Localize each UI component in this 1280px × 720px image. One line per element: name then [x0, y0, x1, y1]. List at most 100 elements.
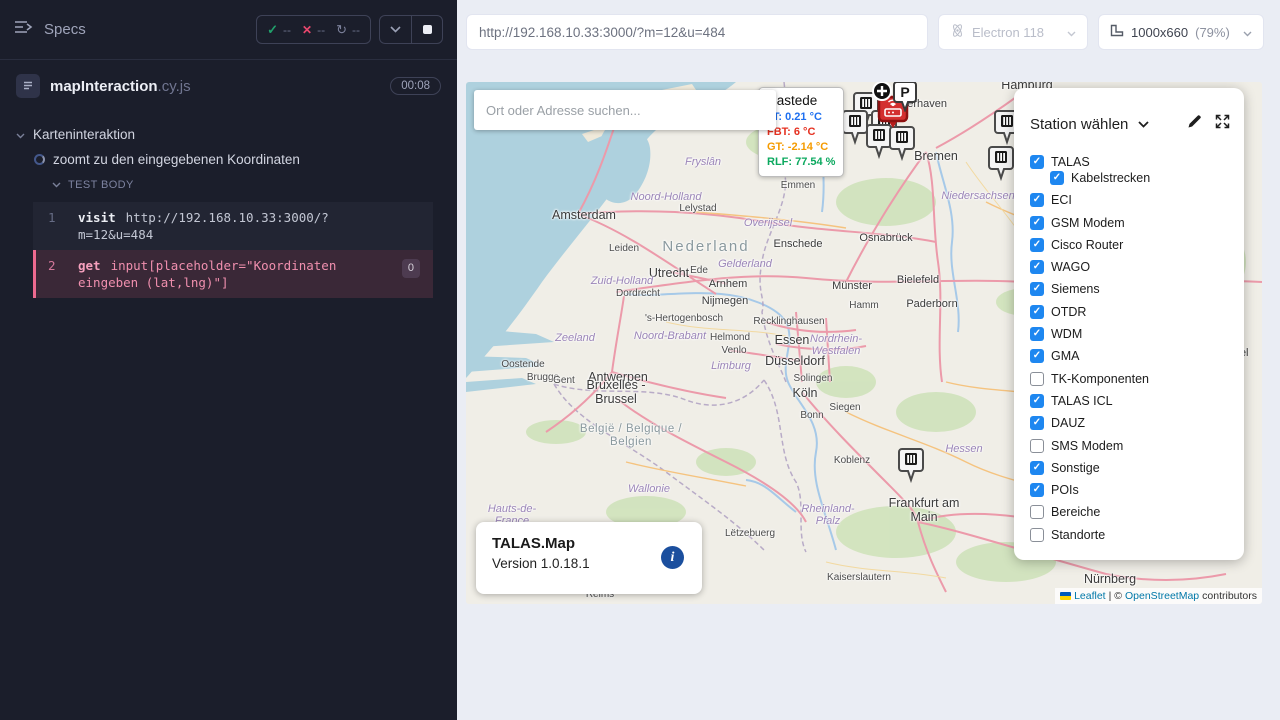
layer-item-standorte[interactable]: Standorte: [1030, 527, 1244, 543]
layer-item-otdr[interactable]: ✓ OTDR: [1030, 304, 1244, 320]
viewport-select[interactable]: 1000x660 (79%): [1098, 14, 1264, 50]
collapse-chevron-button[interactable]: [380, 16, 411, 43]
checkbox-checked[interactable]: ✓: [1030, 349, 1044, 363]
layer-label: OTDR: [1051, 305, 1086, 319]
layer-item-talas-icl[interactable]: ✓ TALAS ICL: [1030, 393, 1244, 409]
electron-icon: [950, 23, 965, 41]
pending-refresh-icon: ↻: [336, 22, 347, 38]
station-marker-icon[interactable]: [896, 447, 926, 488]
spec-file-row[interactable]: mapInteraction.cy.js 00:08: [0, 60, 457, 112]
viewport-ruler-icon: [1110, 24, 1124, 40]
checkbox-checked[interactable]: ✓: [1030, 416, 1044, 430]
station-marker-icon[interactable]: [986, 145, 1016, 186]
map-search-box: [474, 90, 776, 130]
stat-pending: ↻--: [336, 22, 360, 38]
command-row-visit[interactable]: 1visithttp://192.168.10.33:3000/?m=12&u=…: [33, 202, 433, 250]
command-row-get[interactable]: 2getinput[placeholder="Koordinaten einge…: [33, 250, 433, 298]
checkbox-checked[interactable]: ✓: [1030, 238, 1044, 252]
test-body-label: TEST BODY: [68, 179, 134, 191]
specs-menu-icon[interactable]: [14, 20, 34, 39]
layer-item-wdm[interactable]: ✓ WDM: [1030, 326, 1244, 342]
layer-label: ECI: [1051, 193, 1072, 207]
url-input[interactable]: [466, 14, 928, 50]
ukraine-flag-icon: [1060, 592, 1071, 600]
leaflet-map[interactable]: HamburgBremerhavenBremenEmmenLelystadAms…: [466, 82, 1262, 604]
browser-label: Electron 118: [972, 25, 1044, 40]
plus-marker-icon[interactable]: [871, 82, 893, 107]
checkbox-checked[interactable]: ✓: [1030, 394, 1044, 408]
layer-label: TALAS: [1051, 155, 1090, 169]
layer-label: DAUZ: [1051, 416, 1085, 430]
command-log: 1visithttp://192.168.10.33:3000/?m=12&u=…: [33, 202, 433, 298]
layer-item-dauz[interactable]: ✓ DAUZ: [1030, 415, 1244, 431]
expand-icon[interactable]: [1215, 114, 1230, 134]
checkbox-unchecked[interactable]: [1030, 505, 1044, 519]
layer-label: Sonstige: [1051, 461, 1100, 475]
layer-label: Kabelstrecken: [1071, 171, 1150, 185]
test-row[interactable]: zoomt zu den eingegebenen Koordinaten: [0, 147, 457, 172]
layer-item-bereiche[interactable]: Bereiche: [1030, 504, 1244, 520]
spec-file-name: mapInteraction.cy.js: [50, 78, 191, 95]
stat-failed: ✕--: [302, 23, 325, 37]
checkbox-checked[interactable]: ✓: [1030, 461, 1044, 475]
layer-item-gma[interactable]: ✓ GMA: [1030, 348, 1244, 364]
osm-link[interactable]: OpenStreetMap: [1125, 590, 1199, 602]
checkbox-checked[interactable]: ✓: [1050, 171, 1064, 185]
failed-x-icon: ✕: [302, 23, 312, 37]
layer-item-cisco-router[interactable]: ✓Cisco Router: [1030, 237, 1244, 253]
suite-title: Karteninteraktion: [33, 127, 135, 142]
leaflet-link[interactable]: Leaflet: [1074, 590, 1106, 602]
run-controls: [379, 15, 443, 44]
info-icon[interactable]: i: [661, 546, 684, 569]
layer-item-gsm-modem[interactable]: ✓ GSM Modem: [1030, 215, 1244, 231]
checkbox-checked[interactable]: ✓: [1030, 260, 1044, 274]
layer-label: GSM Modem: [1051, 216, 1125, 230]
suite-row[interactable]: Karteninteraktion: [0, 122, 457, 147]
layer-label: GMA: [1051, 349, 1079, 363]
version-card: TALAS.Map Version 1.0.18.1 i: [476, 522, 702, 594]
test-body-section[interactable]: TEST BODY: [0, 172, 457, 198]
checkbox-checked[interactable]: ✓: [1030, 305, 1044, 319]
layer-item-sms-modem[interactable]: SMS Modem: [1030, 438, 1244, 454]
layer-label: SMS Modem: [1051, 439, 1123, 453]
chevron-down-icon: [1067, 25, 1076, 40]
checkbox-checked[interactable]: ✓: [1030, 282, 1044, 296]
checkbox-unchecked[interactable]: [1030, 439, 1044, 453]
checkbox-checked[interactable]: ✓: [1030, 155, 1044, 169]
layer-label: Siemens: [1051, 282, 1100, 296]
checkbox-checked[interactable]: ✓: [1030, 327, 1044, 341]
checkbox-checked[interactable]: ✓: [1030, 483, 1044, 497]
checkbox-unchecked[interactable]: [1030, 372, 1044, 386]
test-title: zoomt zu den eingegebenen Koordinaten: [53, 152, 300, 167]
stat-passed: ✓--: [267, 22, 291, 38]
edit-pencil-icon[interactable]: [1187, 114, 1202, 134]
stop-button[interactable]: [411, 16, 442, 43]
layer-label: TALAS ICL: [1051, 394, 1113, 408]
layer-item-eci[interactable]: ✓ ECI: [1030, 192, 1244, 208]
layer-label: WDM: [1051, 327, 1082, 341]
chevron-down-icon: [1243, 25, 1252, 40]
map-search-input[interactable]: [474, 90, 776, 130]
layer-checkbox-list: ✓ TALAS ✓ Kabelstrecken ✓ ECI ✓ GSM Modem ✓Cisco…: [1030, 154, 1244, 543]
sidebar-header: Specs ✓-- ✕-- ↻--: [0, 0, 457, 60]
stop-icon: [423, 25, 432, 34]
layer-item-kabelstrecken[interactable]: ✓ Kabelstrecken: [1030, 170, 1244, 186]
layer-item-wago[interactable]: ✓WAGO: [1030, 259, 1244, 275]
layer-item-sonstige[interactable]: ✓ Sonstige: [1030, 460, 1244, 476]
checkbox-checked[interactable]: ✓: [1030, 193, 1044, 207]
cypress-reporter-sidebar: Specs ✓-- ✕-- ↻-- mapInteraction.cy.js 0…: [0, 0, 457, 720]
p-marker-icon[interactable]: P: [892, 82, 918, 117]
spec-file-icon: [16, 74, 40, 98]
layer-item-tk-komponenten[interactable]: TK-Komponenten: [1030, 371, 1244, 387]
layer-item-pois[interactable]: ✓POIs: [1030, 482, 1244, 498]
layer-item-siemens[interactable]: ✓ Siemens: [1030, 281, 1244, 297]
svg-text:P: P: [900, 84, 909, 100]
browser-select[interactable]: Electron 118: [938, 14, 1088, 50]
chevron-down-icon[interactable]: [1138, 115, 1149, 133]
chevron-down-icon: [52, 179, 61, 191]
specs-title: Specs: [44, 21, 86, 38]
checkbox-unchecked[interactable]: [1030, 528, 1044, 542]
layer-item-talas[interactable]: ✓ TALAS: [1030, 154, 1244, 170]
passed-check-icon: ✓: [267, 22, 278, 38]
checkbox-checked[interactable]: ✓: [1030, 216, 1044, 230]
